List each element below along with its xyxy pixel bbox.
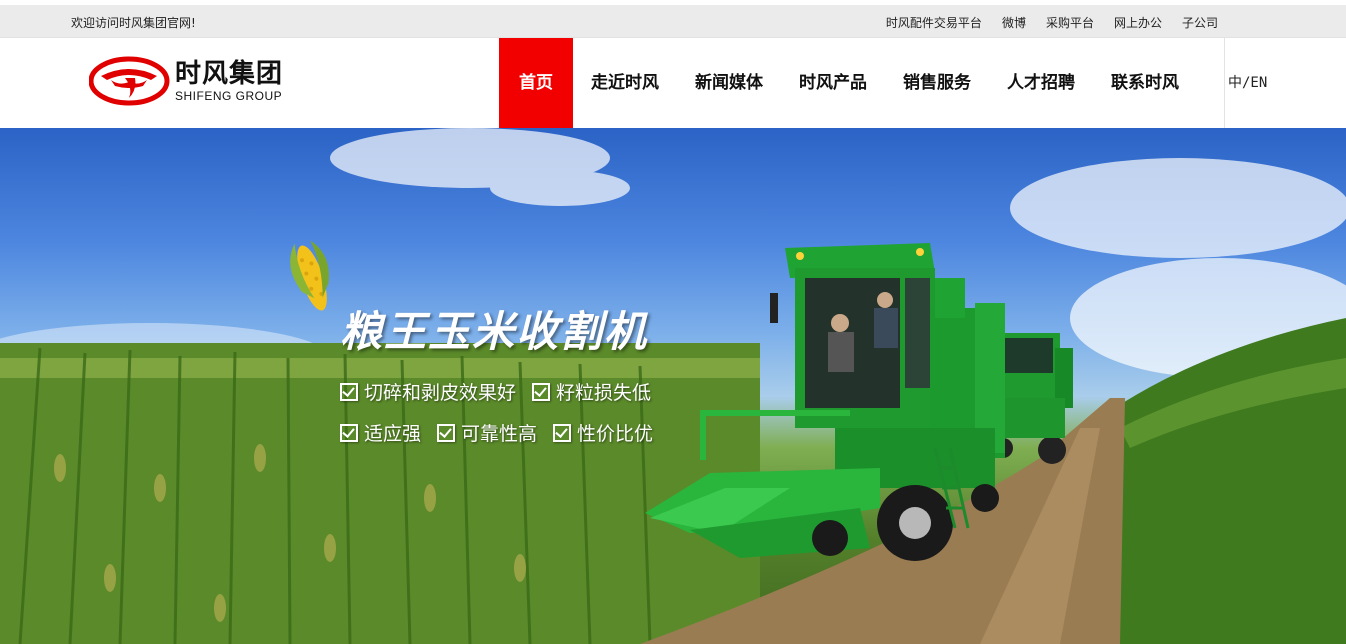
language-switch[interactable]: 中/EN xyxy=(1224,38,1267,128)
top-link-online-office[interactable]: 网上办公 xyxy=(1114,14,1162,31)
feature-item: 可靠性高 xyxy=(437,419,537,446)
brand-logo[interactable]: 时风集团 SHIFENG GROUP xyxy=(89,56,299,106)
checkbox-icon xyxy=(340,423,358,442)
feature-row: 切碎和剥皮效果好 籽粒损失低 xyxy=(340,378,653,405)
feature-list: 切碎和剥皮效果好 籽粒损失低 适应强 可靠性高 性价比优 xyxy=(340,378,653,460)
hero-banner[interactable]: 粮王玉米收割机 切碎和剥皮效果好 籽粒损失低 适应强 可靠性高 性价比优 xyxy=(0,128,1346,644)
checkbox-icon xyxy=(437,423,456,442)
corn-cob-icon xyxy=(290,240,329,311)
feature-label: 籽粒损失低 xyxy=(556,382,652,404)
nav-item-sales-service[interactable]: 销售服务 xyxy=(885,38,989,128)
welcome-text: 欢迎访问时风集团官网! xyxy=(71,16,196,30)
nav-item-about[interactable]: 走近时风 xyxy=(573,38,677,128)
main-nav: 首页 走近时风 新闻媒体 时风产品 销售服务 人才招聘 联系时风 xyxy=(499,38,1197,128)
checkbox-icon xyxy=(340,382,358,401)
nav-item-products[interactable]: 时风产品 xyxy=(781,38,885,128)
nav-item-careers[interactable]: 人才招聘 xyxy=(989,38,1093,128)
nav-item-news[interactable]: 新闻媒体 xyxy=(677,38,781,128)
feature-item: 切碎和剥皮效果好 xyxy=(340,378,516,405)
shifeng-logo-icon xyxy=(89,56,170,106)
feature-label: 可靠性高 xyxy=(461,423,538,445)
feature-label: 性价比优 xyxy=(577,423,654,445)
feature-item: 适应强 xyxy=(340,419,421,446)
checkbox-icon xyxy=(532,382,551,401)
top-link-subsidiaries[interactable]: 子公司 xyxy=(1182,14,1218,31)
banner-illustration xyxy=(0,128,1346,644)
checkbox-icon xyxy=(553,423,572,442)
nav-item-home[interactable]: 首页 xyxy=(499,38,573,128)
feature-label: 切碎和剥皮效果好 xyxy=(364,382,517,404)
banner-headline: 粮王玉米收割机 xyxy=(340,307,649,356)
feature-label: 适应强 xyxy=(364,423,422,445)
logo-name-en: SHIFENG GROUP xyxy=(175,88,283,103)
site-header: 时风集团 SHIFENG GROUP 首页 走近时风 新闻媒体 时风产品 销售服… xyxy=(0,38,1346,128)
top-link-parts-platform[interactable]: 时风配件交易平台 xyxy=(886,14,982,31)
feature-item: 籽粒损失低 xyxy=(532,378,651,405)
logo-name-cn: 时风集团 xyxy=(175,58,284,89)
nav-item-contact[interactable]: 联系时风 xyxy=(1093,38,1197,128)
top-links: 时风配件交易平台 微博 采购平台 网上办公 子公司 xyxy=(886,14,1218,31)
top-link-weibo[interactable]: 微博 xyxy=(1002,14,1026,31)
hedge-graphic xyxy=(1090,318,1346,644)
top-bar: 欢迎访问时风集团官网! 时风配件交易平台 微博 采购平台 网上办公 子公司 xyxy=(0,0,1346,38)
feature-item: 性价比优 xyxy=(553,419,653,446)
feature-row: 适应强 可靠性高 性价比优 xyxy=(340,419,653,446)
top-link-procurement[interactable]: 采购平台 xyxy=(1046,14,1094,31)
